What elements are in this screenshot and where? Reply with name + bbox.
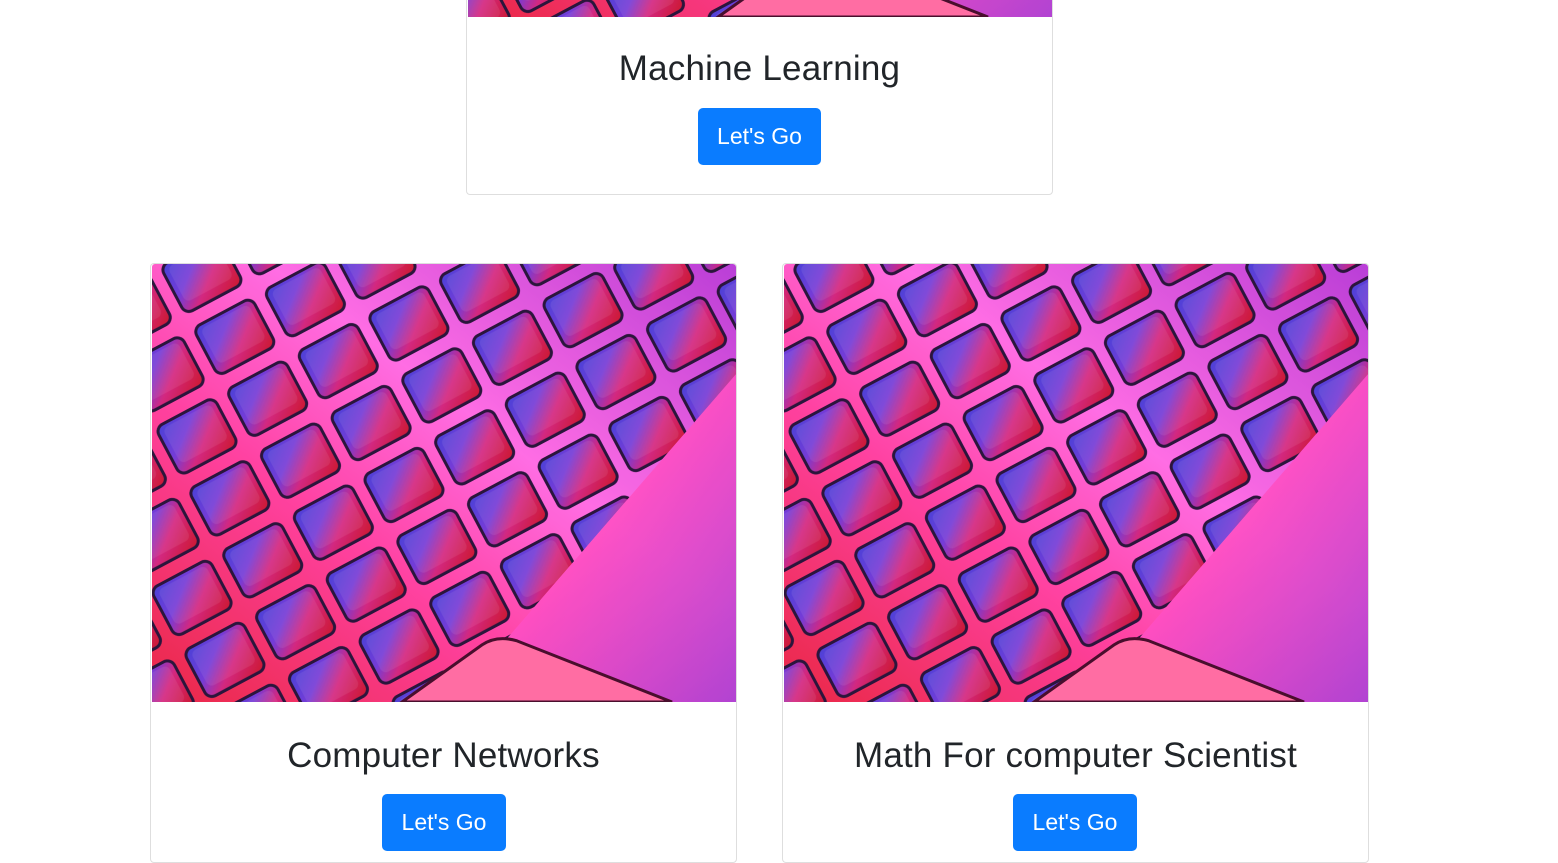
- card-title: Computer Networks: [287, 736, 600, 775]
- course-card: Computer Networks Let's Go: [150, 263, 737, 863]
- card-image: [152, 264, 736, 702]
- course-card: Machine Learning Let's Go: [466, 0, 1053, 195]
- card-title: Machine Learning: [618, 49, 901, 88]
- card-image: [784, 264, 1368, 702]
- card-image: [468, 0, 1052, 17]
- course-card: Math For computer Scientist Let's Go: [782, 263, 1369, 863]
- lets-go-button[interactable]: Let's Go: [1013, 794, 1137, 851]
- lets-go-button[interactable]: Let's Go: [382, 794, 506, 851]
- lets-go-button[interactable]: Let's Go: [698, 108, 821, 165]
- card-title: Math For computer Scientist: [853, 736, 1298, 775]
